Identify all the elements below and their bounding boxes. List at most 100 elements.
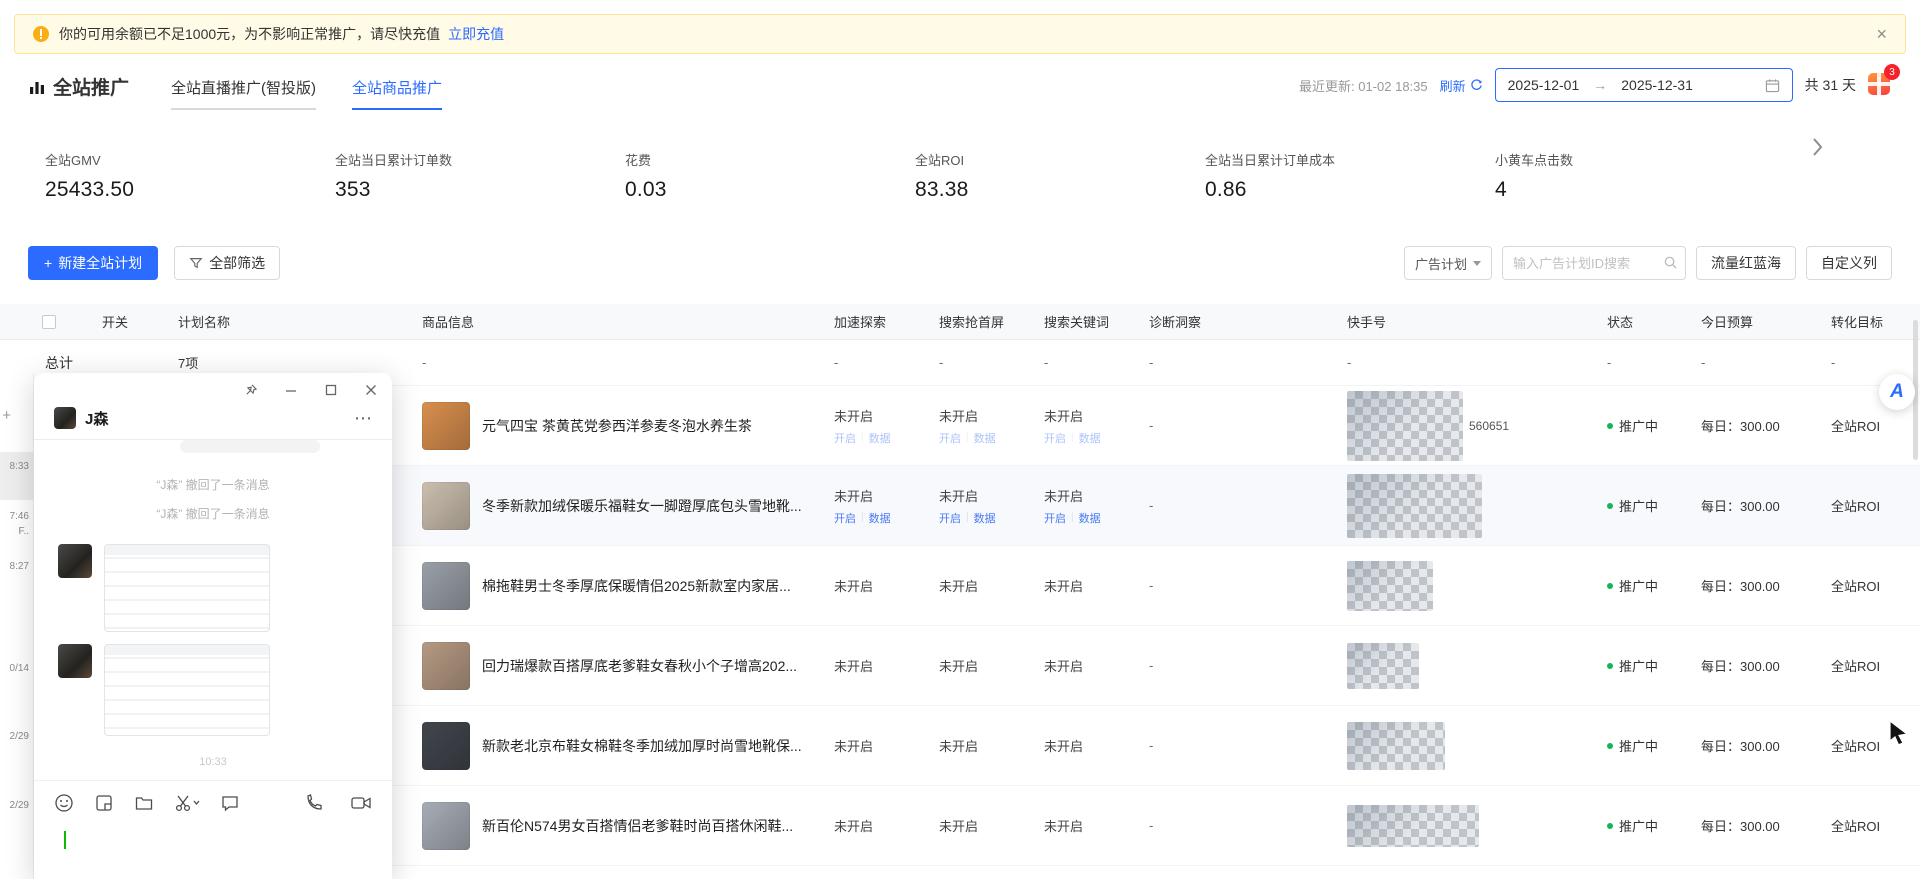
sender-avatar[interactable] (58, 544, 92, 578)
product-title[interactable]: 元气四宝 茶黄芪党参西洋参麦冬泡水养生茶 (482, 416, 752, 436)
stat-order-cost: 全站当日累计订单成本 0.86 (1205, 150, 1495, 202)
chart-icon (28, 78, 46, 96)
voice-call-icon[interactable] (304, 793, 324, 813)
recalled-message: “J森” 撤回了一条消息 (34, 505, 392, 522)
blurred-banner (180, 440, 320, 453)
account-cell (1347, 643, 1607, 689)
open-link[interactable]: 开启 (1044, 430, 1066, 446)
product-title[interactable]: 新百伦N574男女百搭情侣老爹鞋时尚百搭休闲鞋... (482, 816, 793, 836)
minimize-icon[interactable] (284, 383, 298, 398)
sender-avatar[interactable] (58, 644, 92, 678)
message-input-area[interactable] (34, 823, 392, 879)
banner-text: 你的可用余额已不足1000元，为不影响正常推广，请尽快充值 (59, 24, 440, 44)
emoji-icon[interactable] (54, 793, 74, 813)
feature-status: 未开启 (834, 406, 939, 425)
more-menu-icon[interactable]: ⋯ (354, 408, 374, 429)
date-range-days: 共 31 天 (1805, 75, 1856, 95)
link-divider: | (966, 432, 969, 443)
data-link[interactable]: 数据 (1079, 430, 1101, 446)
feature-status: 未开启 (834, 576, 939, 595)
filter-button[interactable]: 全部筛选 (174, 246, 280, 280)
stat-orders: 全站当日累计订单数 353 (335, 150, 625, 202)
pin-icon[interactable] (243, 383, 258, 398)
feature-toggle-cell: 未开启 (939, 816, 1044, 835)
product-cell: 元气四宝 茶黄芪党参西洋参麦冬泡水养生茶 (404, 402, 834, 450)
column-account: 快手号 (1347, 312, 1607, 331)
goal-cell: 全站ROI (1825, 816, 1920, 835)
status-cell: 推广中 (1607, 816, 1695, 835)
refresh-icon (1470, 79, 1483, 92)
status-cell: 推广中 (1607, 416, 1695, 435)
folder-icon[interactable] (134, 793, 154, 813)
date-end[interactable]: 2025-12-31 (1621, 77, 1693, 93)
feature-toggle-cell: 未开启 (834, 736, 939, 755)
account-cell (1347, 722, 1607, 770)
sticker-icon[interactable] (94, 793, 114, 813)
feature-status: 未开启 (1044, 736, 1149, 755)
product-cell: 新款老北京布鞋女棉鞋冬季加绒加厚时尚雪地靴保... (404, 722, 834, 770)
account-cell (1347, 561, 1607, 611)
chat-history-icon[interactable] (220, 793, 240, 813)
recharge-link[interactable]: 立即充值 (448, 24, 504, 44)
tab-live-promotion[interactable]: 全站直播推广(智投版) (171, 77, 316, 110)
banner-close-icon[interactable]: × (1876, 25, 1887, 43)
account-mosaic (1347, 561, 1433, 611)
column-keywords: 搜索关键词 (1044, 312, 1149, 331)
account-mosaic (1347, 805, 1479, 847)
promo-gift-icon[interactable]: 3 (1868, 73, 1892, 97)
diagnosis-cell: - (1149, 738, 1347, 753)
product-title[interactable]: 新款老北京布鞋女棉鞋冬季加绒加厚时尚雪地靴保... (482, 736, 802, 756)
feature-toggle-cell: 未开启 (834, 576, 939, 595)
new-plan-button[interactable]: + 新建全站计划 (28, 246, 158, 280)
status-cell: 推广中 (1607, 736, 1695, 755)
text-caret (64, 831, 66, 849)
screenshot-scissors-icon[interactable] (174, 793, 200, 813)
date-start[interactable]: 2025-12-01 (1508, 77, 1580, 93)
product-title[interactable]: 棉拖鞋男士冬季厚底保暖情侣2025新款室内家居... (482, 576, 791, 596)
message-item (34, 634, 392, 738)
open-link[interactable]: 开启 (939, 510, 961, 526)
close-icon[interactable] (364, 383, 378, 398)
video-call-icon[interactable] (350, 793, 372, 813)
open-link[interactable]: 开启 (1044, 510, 1066, 526)
product-title[interactable]: 回力瑞爆款百搭厚底老爹鞋女春秋小个子增高202... (482, 656, 797, 676)
stats-next-chevron-icon[interactable] (1808, 136, 1826, 163)
feature-status: 未开启 (1044, 816, 1149, 835)
stat-cart-clicks: 小黄车点击数 4 (1495, 150, 1785, 202)
budget-cell: 每日：300.00 (1695, 816, 1825, 835)
maximize-icon[interactable] (324, 383, 338, 398)
open-link[interactable]: 开启 (834, 430, 856, 446)
feature-status: 未开启 (939, 816, 1044, 835)
balance-warning-banner: 你的可用余额已不足1000元，为不影响正常推广，请尽快充值 立即充值 × (14, 14, 1906, 54)
data-link[interactable]: 数据 (869, 430, 891, 446)
open-link[interactable]: 开启 (834, 510, 856, 526)
refresh-button[interactable]: 刷新 (1440, 76, 1483, 95)
budget-cell: 每日：300.00 (1695, 416, 1825, 435)
diagnosis-cell: - (1149, 498, 1347, 513)
status-dot (1607, 503, 1613, 509)
image-message-thumbnail[interactable] (104, 544, 270, 632)
feature-toggle-cell: 未开启 (1044, 816, 1149, 835)
product-title[interactable]: 冬季新款加绒保暖乐福鞋女一脚蹬厚底包头雪地靴... (482, 496, 802, 516)
feature-toggle-cell: 未开启 (834, 656, 939, 675)
data-link[interactable]: 数据 (1079, 510, 1101, 526)
traffic-analysis-button[interactable]: 流量红蓝海 (1696, 246, 1796, 280)
feature-status: 未开启 (834, 656, 939, 675)
message-item (34, 534, 392, 634)
custom-columns-button[interactable]: 自定义列 (1806, 246, 1892, 280)
search-icon[interactable] (1663, 255, 1678, 270)
data-link[interactable]: 数据 (974, 430, 996, 446)
data-link[interactable]: 数据 (869, 510, 891, 526)
data-link[interactable]: 数据 (974, 510, 996, 526)
image-message-thumbnail[interactable] (104, 644, 270, 736)
date-range-picker[interactable]: 2025-12-01 → 2025-12-31 (1495, 68, 1793, 102)
open-link[interactable]: 开启 (939, 430, 961, 446)
plan-type-select[interactable]: 广告计划 (1404, 246, 1492, 280)
assistant-float-button[interactable]: A (1879, 374, 1915, 410)
search-input[interactable] (1502, 246, 1686, 280)
add-icon[interactable]: + (2, 407, 11, 424)
table-header: 开关 计划名称 商品信息 加速探索 搜索抢首屏 搜索关键词 诊断洞察 快手号 状… (0, 304, 1920, 340)
tab-product-promotion[interactable]: 全站商品推广 (352, 77, 442, 110)
select-all-checkbox[interactable] (42, 315, 56, 329)
link-divider: | (966, 512, 969, 523)
